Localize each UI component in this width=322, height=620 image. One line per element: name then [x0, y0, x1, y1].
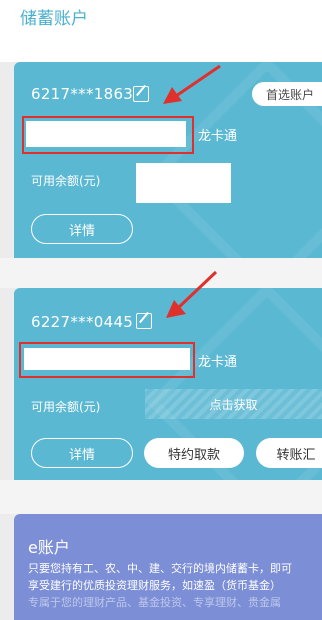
account-number: 6217***1863 [31, 85, 134, 103]
details-button[interactable]: 详情 [31, 438, 133, 468]
balance-label: 可用余额(元) [31, 174, 101, 188]
description-line: 享受建行的优质投资理财服务，如速盈（货币基金） [28, 579, 281, 592]
masked-balance [136, 163, 231, 203]
edit-icon[interactable] [136, 313, 152, 329]
highlight-box [19, 342, 195, 378]
e-account-title: e账户 [28, 538, 70, 557]
page-title: 储蓄账户 [20, 9, 88, 29]
get-balance-button[interactable]: 点击获取 [145, 389, 322, 419]
e-account-description: 只要您持有工、农、中、建、交行的境内储蓄卡，即可 享受建行的优质投资理财服务，如… [28, 560, 322, 611]
balance-label: 可用余额(元) [31, 400, 101, 414]
description-line: 只要您持有工、农、中、建、交行的境内储蓄卡，即可 [28, 562, 292, 575]
divider [0, 40, 322, 62]
description-line: 专属于您的理财产品、基金投资、专享理财、贵金属 [28, 596, 281, 609]
details-button[interactable]: 详情 [31, 214, 133, 244]
highlight-box [22, 116, 194, 154]
edit-icon[interactable] [133, 86, 149, 102]
account-number: 6227***0445 [31, 313, 134, 331]
account-card-2[interactable]: 6227***0445 龙卡通 可用余额(元) 点击获取 详情 特约取款 转账汇 [14, 288, 322, 480]
primary-account-tag: 首选账户 [251, 82, 322, 106]
divider [0, 480, 322, 514]
divider [0, 258, 322, 288]
card-type-label: 龙卡通 [198, 129, 238, 144]
page-header: 储蓄账户 [0, 0, 322, 40]
card-type-label: 龙卡通 [198, 355, 238, 370]
transfer-button[interactable]: 转账汇 [256, 438, 322, 468]
e-account-card[interactable]: e账户 只要您持有工、农、中、建、交行的境内储蓄卡，即可 享受建行的优质投资理财… [14, 514, 322, 620]
special-withdrawal-button[interactable]: 特约取款 [144, 438, 244, 468]
account-card-1[interactable]: 6217***1863 首选账户 龙卡通 可用余额(元) 详情 [14, 62, 322, 258]
